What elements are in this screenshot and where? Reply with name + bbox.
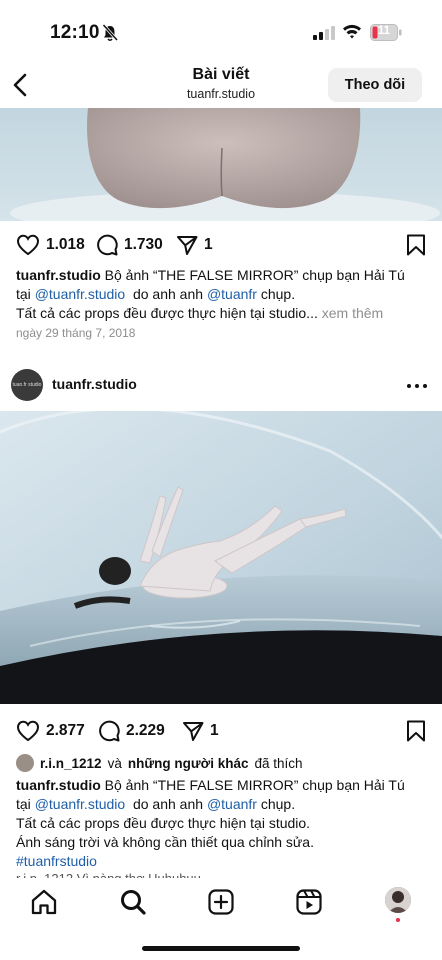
like-count: 2.877: [46, 722, 85, 739]
post-username[interactable]: tuanfr.studio: [52, 376, 137, 392]
caption-text: Ánh sáng trời và không cần thiết qua chỉ…: [16, 834, 314, 850]
share-button[interactable]: 1: [182, 716, 219, 746]
search-icon[interactable]: [119, 888, 147, 916]
comment-count: 1.730: [124, 236, 163, 253]
comment-icon: [99, 720, 120, 742]
post-image-1[interactable]: [0, 108, 442, 221]
wifi-icon: [343, 24, 361, 39]
caption-username[interactable]: tuanfr.studio: [16, 267, 101, 283]
nav-header: Bài viết tuanfr.studio Theo dõi: [0, 60, 442, 108]
post-2-header: tuan.fr studio tuanfr.studio: [0, 364, 442, 408]
caption-username[interactable]: tuanfr.studio: [16, 777, 101, 793]
caption-text: tại: [16, 796, 31, 812]
caption-text: do anh anh: [132, 796, 204, 812]
comment-button[interactable]: 2.229: [98, 716, 165, 746]
status-time: 12:10: [50, 22, 100, 43]
liked-by[interactable]: r.i.n_1212 và những người khác đã thích: [16, 753, 303, 773]
caption-text: tại: [16, 286, 31, 302]
post-2-caption: tuanfr.studio Bộ ảnh “THE FALSE MIRROR” …: [16, 776, 430, 871]
mention-link[interactable]: @tuanfr.studio: [35, 796, 126, 812]
liker-avatar: [16, 754, 34, 772]
post-photo-1: [0, 108, 442, 221]
create-icon[interactable]: [207, 888, 235, 916]
post-1-caption: tuanfr.studio Bộ ảnh “THE FALSE MIRROR” …: [16, 266, 430, 323]
more-options-icon[interactable]: [404, 376, 430, 396]
profile-avatar[interactable]: [385, 887, 411, 913]
share-button[interactable]: 1: [176, 230, 213, 260]
post-1-actions: 1.018 1.730 1: [0, 230, 442, 260]
caption-text: Bộ ảnh “THE FALSE MIRROR” chụp bạn Hải T…: [104, 267, 405, 283]
battery-indicator: 11: [370, 24, 402, 41]
profile-photo: [385, 887, 411, 913]
caption-text: chụp.: [260, 286, 296, 302]
mention-link[interactable]: @tuanfr: [207, 796, 257, 812]
caption-text: do anh anh: [132, 286, 204, 302]
bell-off-icon: [102, 24, 118, 42]
post-avatar[interactable]: tuan.fr studio: [11, 369, 43, 401]
mention-link[interactable]: @tuanfr: [207, 286, 257, 302]
liker-username[interactable]: r.i.n_1212: [40, 756, 102, 771]
mention-link[interactable]: @tuanfr.studio: [35, 286, 126, 302]
post-image-2[interactable]: [0, 411, 442, 704]
heart-icon: [16, 234, 40, 256]
bookmark-icon[interactable]: [406, 720, 426, 742]
post-2-actions: 2.877 2.229 1: [0, 716, 442, 746]
home-indicator: [142, 946, 300, 951]
liked-suffix: đã thích: [254, 755, 303, 771]
comment-count: 2.229: [126, 722, 165, 739]
share-icon: [177, 236, 198, 255]
caption-text: Tất cả các props đều được thực hiện tại …: [16, 815, 311, 831]
share-icon: [183, 722, 204, 741]
caption-text: Bộ ảnh “THE FALSE MIRROR” chụp bạn Hải T…: [104, 777, 405, 793]
share-count: 1: [204, 236, 213, 253]
liked-joiner: và: [107, 755, 122, 771]
comment-icon: [97, 234, 118, 256]
cellular-signal-icon: [313, 26, 335, 40]
battery-level: 11: [377, 25, 391, 37]
share-count: 1: [210, 722, 219, 739]
post-1-date: ngày 29 tháng 7, 2018: [16, 326, 136, 340]
liked-others[interactable]: những người khác: [128, 756, 249, 771]
caption-text: chụp.: [260, 796, 296, 812]
post-photo-2: [0, 411, 442, 704]
comment-button[interactable]: 1.730: [96, 230, 163, 260]
avatar-text: tuan.fr studio: [12, 382, 42, 388]
reels-icon[interactable]: [295, 888, 323, 916]
follow-button[interactable]: Theo dõi: [328, 68, 422, 102]
notification-dot: [396, 918, 400, 922]
status-bar: 12:10 11: [0, 0, 442, 60]
caption-text: Tất cả các props đều được thực hiện tại …: [16, 305, 318, 321]
home-icon[interactable]: [30, 888, 58, 916]
like-count: 1.018: [46, 236, 85, 253]
bookmark-icon[interactable]: [406, 234, 426, 256]
like-button[interactable]: 2.877: [16, 716, 85, 746]
see-more-link[interactable]: xem thêm: [322, 305, 383, 321]
like-button[interactable]: 1.018: [16, 230, 85, 260]
heart-icon: [16, 720, 40, 742]
